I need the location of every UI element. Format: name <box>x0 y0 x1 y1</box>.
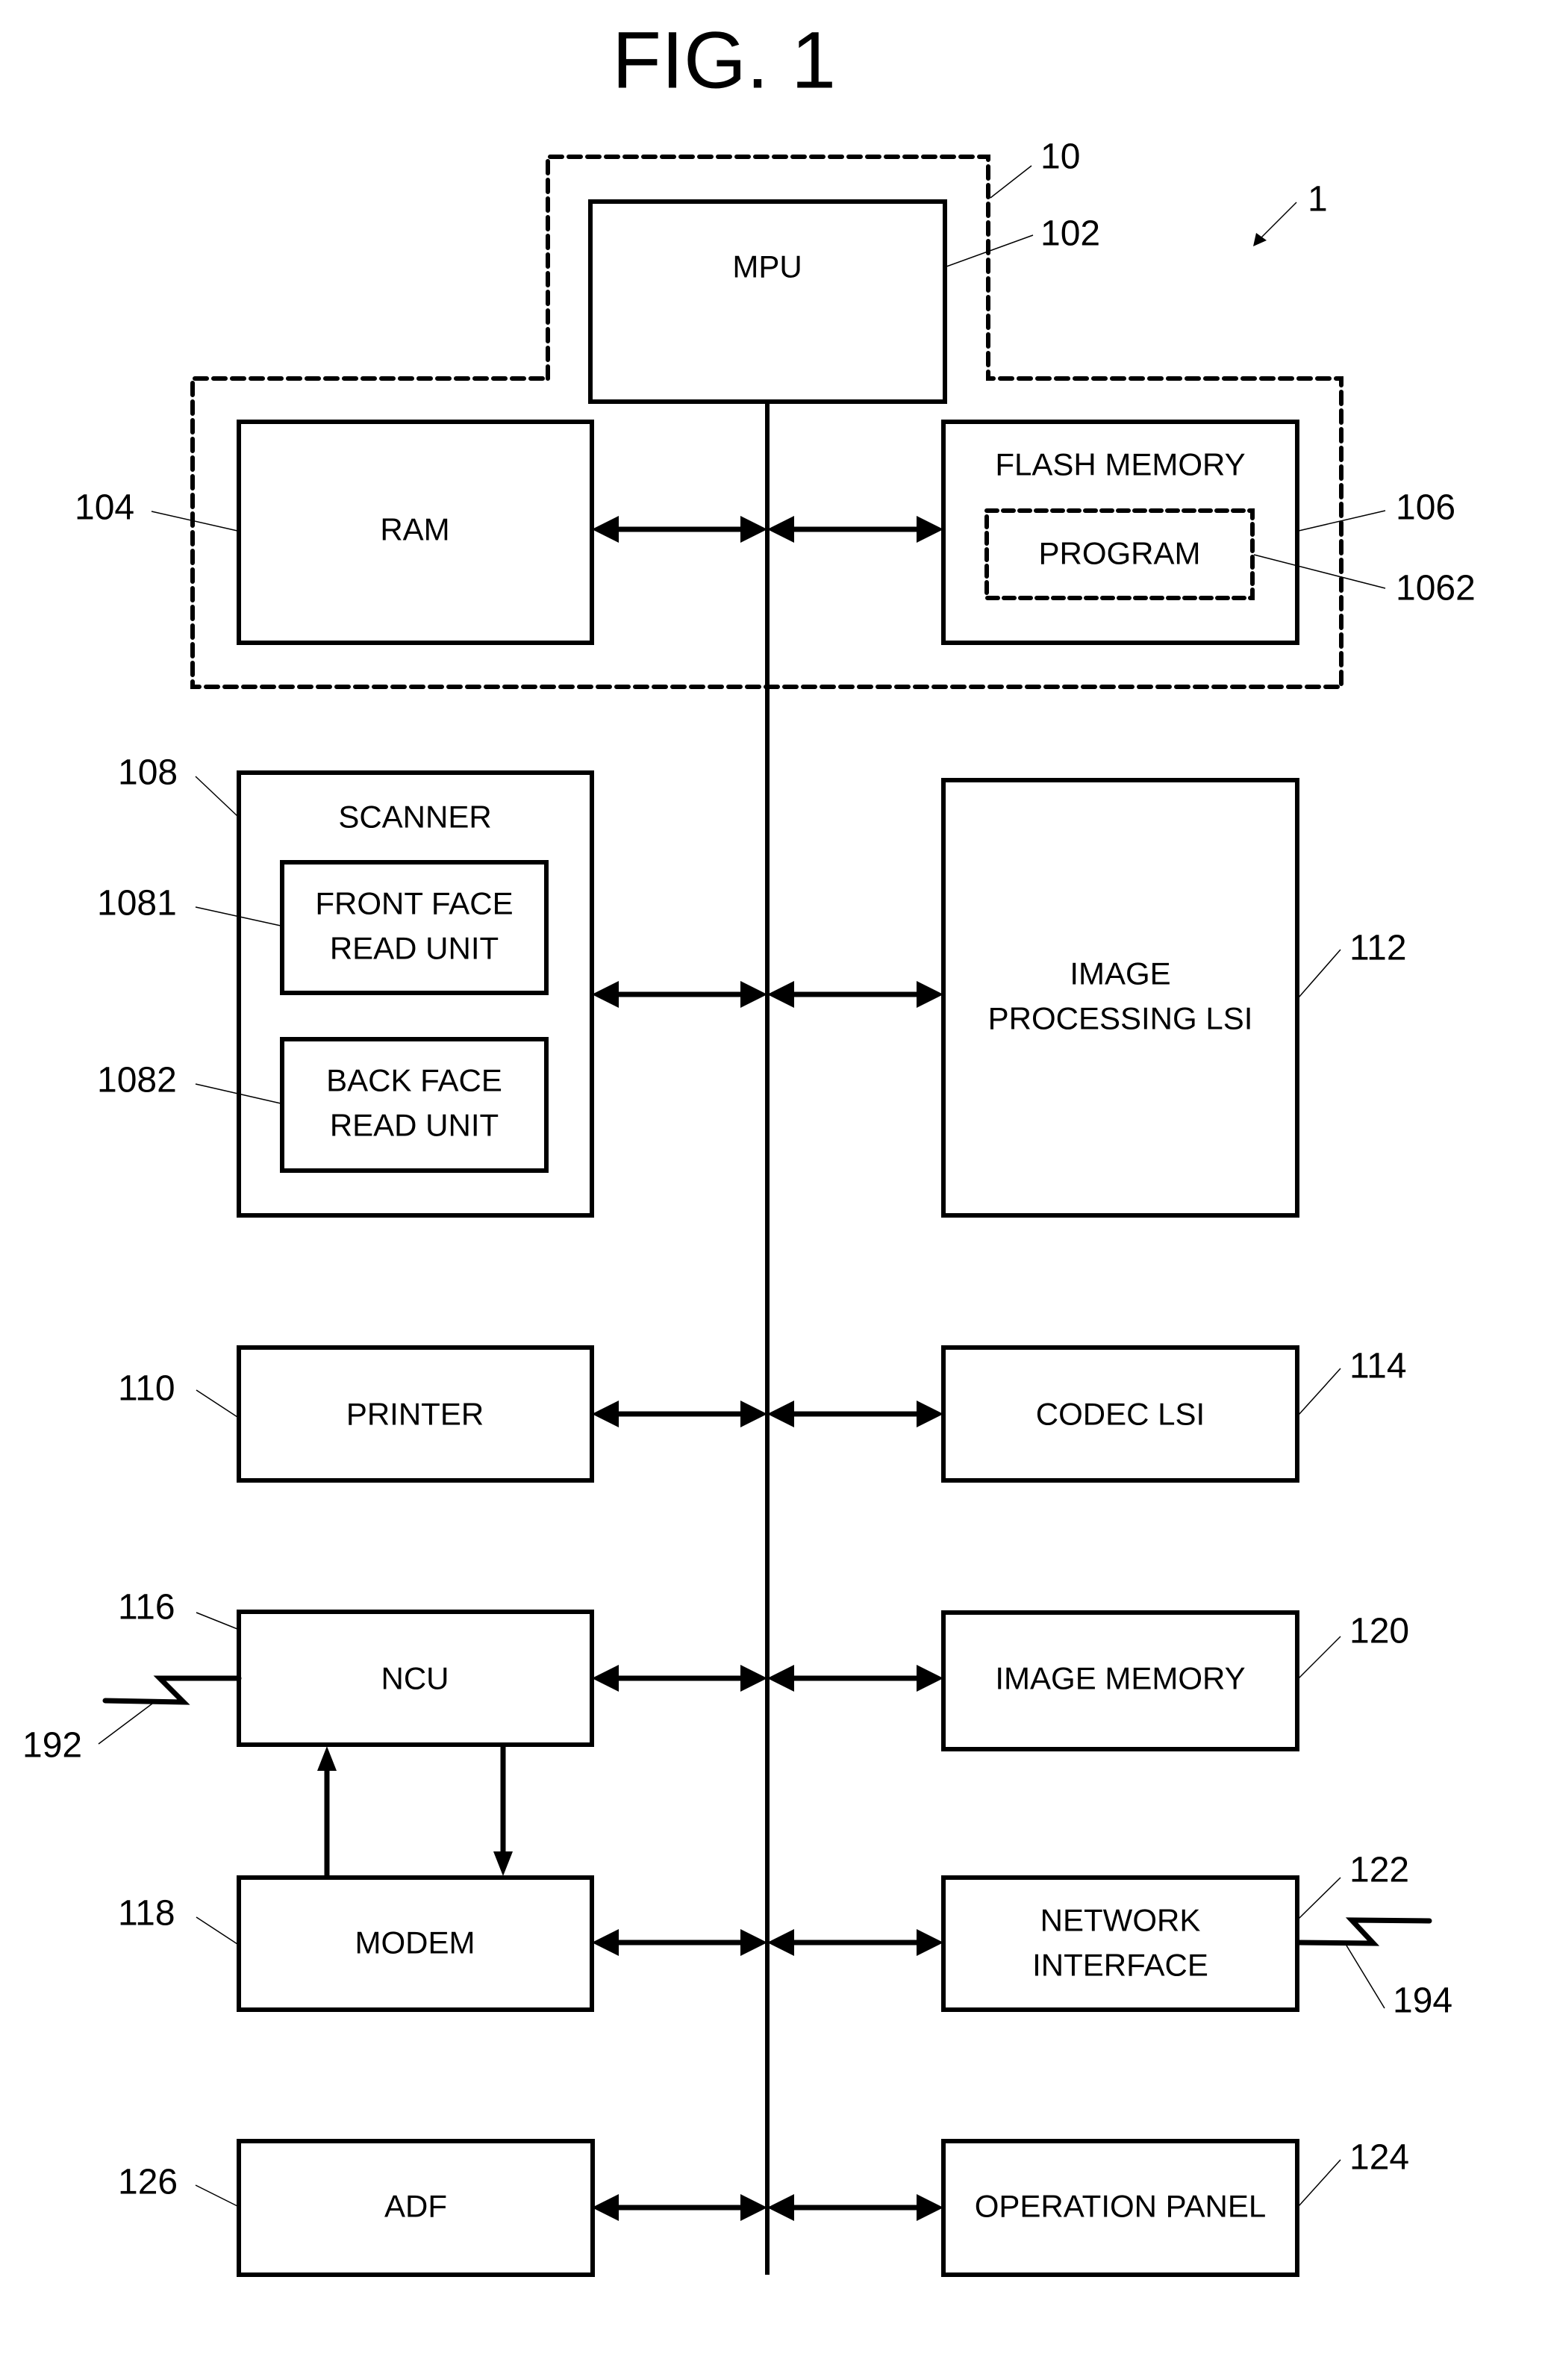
scanner-label: SCANNER <box>338 800 491 835</box>
ncu-bus-arrowhead-icon <box>740 1665 767 1692</box>
mpu-block[interactable]: MPU <box>588 199 947 404</box>
block-diagram: FIG. 1 1 10 MPU 102 RAM 104 FLASH MEMORY… <box>22 15 1476 2277</box>
image-processing-leader <box>1298 949 1341 998</box>
system-ref-indicator: 1 <box>1253 180 1328 246</box>
ncu-leader <box>196 1612 238 1630</box>
adf-ref: 126 <box>118 2163 178 2202</box>
printer-arrowhead-icon <box>592 1401 619 1427</box>
flash-memory-label: FLASH MEMORY <box>995 447 1245 482</box>
figure-title: FIG. 1 <box>612 15 836 105</box>
network-interface-leader <box>1298 1877 1341 1919</box>
network-interface-bus-arrowhead-icon <box>917 1929 943 1956</box>
back-face-label-line2: READ UNIT <box>330 1108 499 1143</box>
ncu-block[interactable]: NCU <box>237 1610 594 1747</box>
network-line-ref: 194 <box>1393 1981 1452 2021</box>
system-ref-arrow-line <box>1261 202 1297 238</box>
flash-memory-bus-arrowhead-icon <box>917 516 943 543</box>
codec-lsi-leader <box>1298 1368 1341 1415</box>
telephone-line-leader <box>98 1703 153 1745</box>
image-processing-lsi-bus-arrowhead-icon <box>917 981 943 1008</box>
flash-memory-ref: 106 <box>1396 488 1455 528</box>
image-memory-label: IMAGE MEMORY <box>995 1661 1245 1696</box>
operation-panel-label: OPERATION PANEL <box>975 2189 1267 2224</box>
codec-lsi-block[interactable]: CODEC LSI <box>941 1345 1299 1483</box>
operation-panel-leader <box>1298 2159 1341 2207</box>
image-memory-block[interactable]: IMAGE MEMORY <box>941 1610 1299 1751</box>
image-memory-ref: 120 <box>1349 1612 1409 1651</box>
ram-bus-arrowhead-icon <box>740 516 767 543</box>
ncu-label: NCU <box>381 1661 449 1696</box>
front-face-label-line2: READ UNIT <box>330 931 499 966</box>
adf-bus-arrowhead-icon <box>740 2194 767 2221</box>
front-face-ref: 1081 <box>97 884 177 923</box>
network-interface-label-line2: INTERFACE <box>1032 1948 1208 1983</box>
ncu-ref: 116 <box>118 1588 175 1627</box>
printer-bus-arrowhead-icon <box>740 1401 767 1427</box>
modem-label: MODEM <box>355 1925 475 1960</box>
scanner-ref: 108 <box>118 753 178 793</box>
codec-lsi-arrowhead-icon <box>767 1401 794 1427</box>
scanner-leader <box>195 776 238 817</box>
front-face-label-line1: FRONT FACE <box>315 886 513 921</box>
adf-label: ADF <box>384 2189 447 2224</box>
front-face-read-unit-block[interactable]: FRONT FACE READ UNIT <box>280 860 549 995</box>
image-memory-arrowhead-icon <box>767 1665 794 1692</box>
ncu-to-modem-arrowhead-icon <box>493 1851 513 1876</box>
operation-panel-bus-arrowhead-icon <box>917 2194 943 2221</box>
scanner-bus-arrowhead-icon <box>740 981 767 1008</box>
printer-ref: 110 <box>118 1369 175 1409</box>
network-line-leader <box>1346 1945 1385 2009</box>
modem-arrowhead-icon <box>592 1929 619 1956</box>
control-group-ref: 10 <box>1040 137 1080 177</box>
operation-panel-arrowhead-icon <box>767 2194 794 2221</box>
modem-leader <box>196 1916 238 1945</box>
program-ref: 1062 <box>1396 569 1476 608</box>
mpu-ref: 102 <box>1040 214 1100 254</box>
image-processing-label-line1: IMAGE <box>1070 956 1170 991</box>
image-processing-ref: 112 <box>1349 929 1407 968</box>
ram-ref: 104 <box>75 488 134 528</box>
network-line-icon <box>1295 1917 1432 1946</box>
modem-ref: 118 <box>118 1894 175 1934</box>
modem-to-ncu-arrowhead-icon <box>317 1746 337 1771</box>
ncu-arrowhead-icon <box>592 1665 619 1692</box>
adf-block[interactable]: ADF <box>237 2139 595 2277</box>
modem-block[interactable]: MODEM <box>237 1875 594 2012</box>
image-processing-lsi-block[interactable]: IMAGE PROCESSING LSI <box>941 778 1299 1218</box>
network-interface-label-line1: NETWORK <box>1040 1903 1201 1938</box>
flash-memory-block[interactable]: FLASH MEMORY <box>941 420 1299 645</box>
back-face-ref: 1082 <box>97 1061 177 1100</box>
ram-block[interactable]: RAM <box>237 420 594 645</box>
image-memory-leader <box>1298 1636 1341 1679</box>
operation-panel-ref: 124 <box>1349 2138 1409 2178</box>
image-processing-lsi-arrowhead-icon <box>767 981 794 1008</box>
ram-arrowhead-icon <box>592 516 619 543</box>
control-group-leader <box>990 165 1032 199</box>
printer-leader <box>196 1389 238 1418</box>
codec-lsi-ref: 114 <box>1349 1347 1407 1386</box>
adf-leader <box>195 2184 238 2207</box>
operation-panel-block[interactable]: OPERATION PANEL <box>941 2139 1299 2277</box>
system-ref-label: 1 <box>1308 180 1328 219</box>
back-face-read-unit-block[interactable]: BACK FACE READ UNIT <box>280 1037 549 1173</box>
scanner-arrowhead-icon <box>592 981 619 1008</box>
codec-lsi-label: CODEC LSI <box>1036 1397 1205 1432</box>
printer-label: PRINTER <box>346 1397 484 1432</box>
modem-bus-arrowhead-icon <box>740 1929 767 1956</box>
network-interface-block[interactable]: NETWORK INTERFACE <box>941 1875 1299 2012</box>
printer-block[interactable]: PRINTER <box>237 1345 594 1483</box>
network-interface-ref: 122 <box>1349 1851 1409 1890</box>
adf-arrowhead-icon <box>592 2194 619 2221</box>
image-processing-label-line2: PROCESSING LSI <box>988 1001 1253 1036</box>
flash-memory-arrowhead-icon <box>767 516 794 543</box>
image-memory-bus-arrowhead-icon <box>917 1665 943 1692</box>
telephone-line-ref: 192 <box>22 1726 82 1766</box>
ram-label: RAM <box>380 512 449 547</box>
program-label: PROGRAM <box>1038 536 1200 571</box>
codec-lsi-bus-arrowhead-icon <box>917 1401 943 1427</box>
mpu-label: MPU <box>732 249 802 284</box>
telephone-line-icon <box>102 1675 242 1705</box>
network-interface-arrowhead-icon <box>767 1929 794 1956</box>
back-face-label-line1: BACK FACE <box>326 1063 502 1098</box>
